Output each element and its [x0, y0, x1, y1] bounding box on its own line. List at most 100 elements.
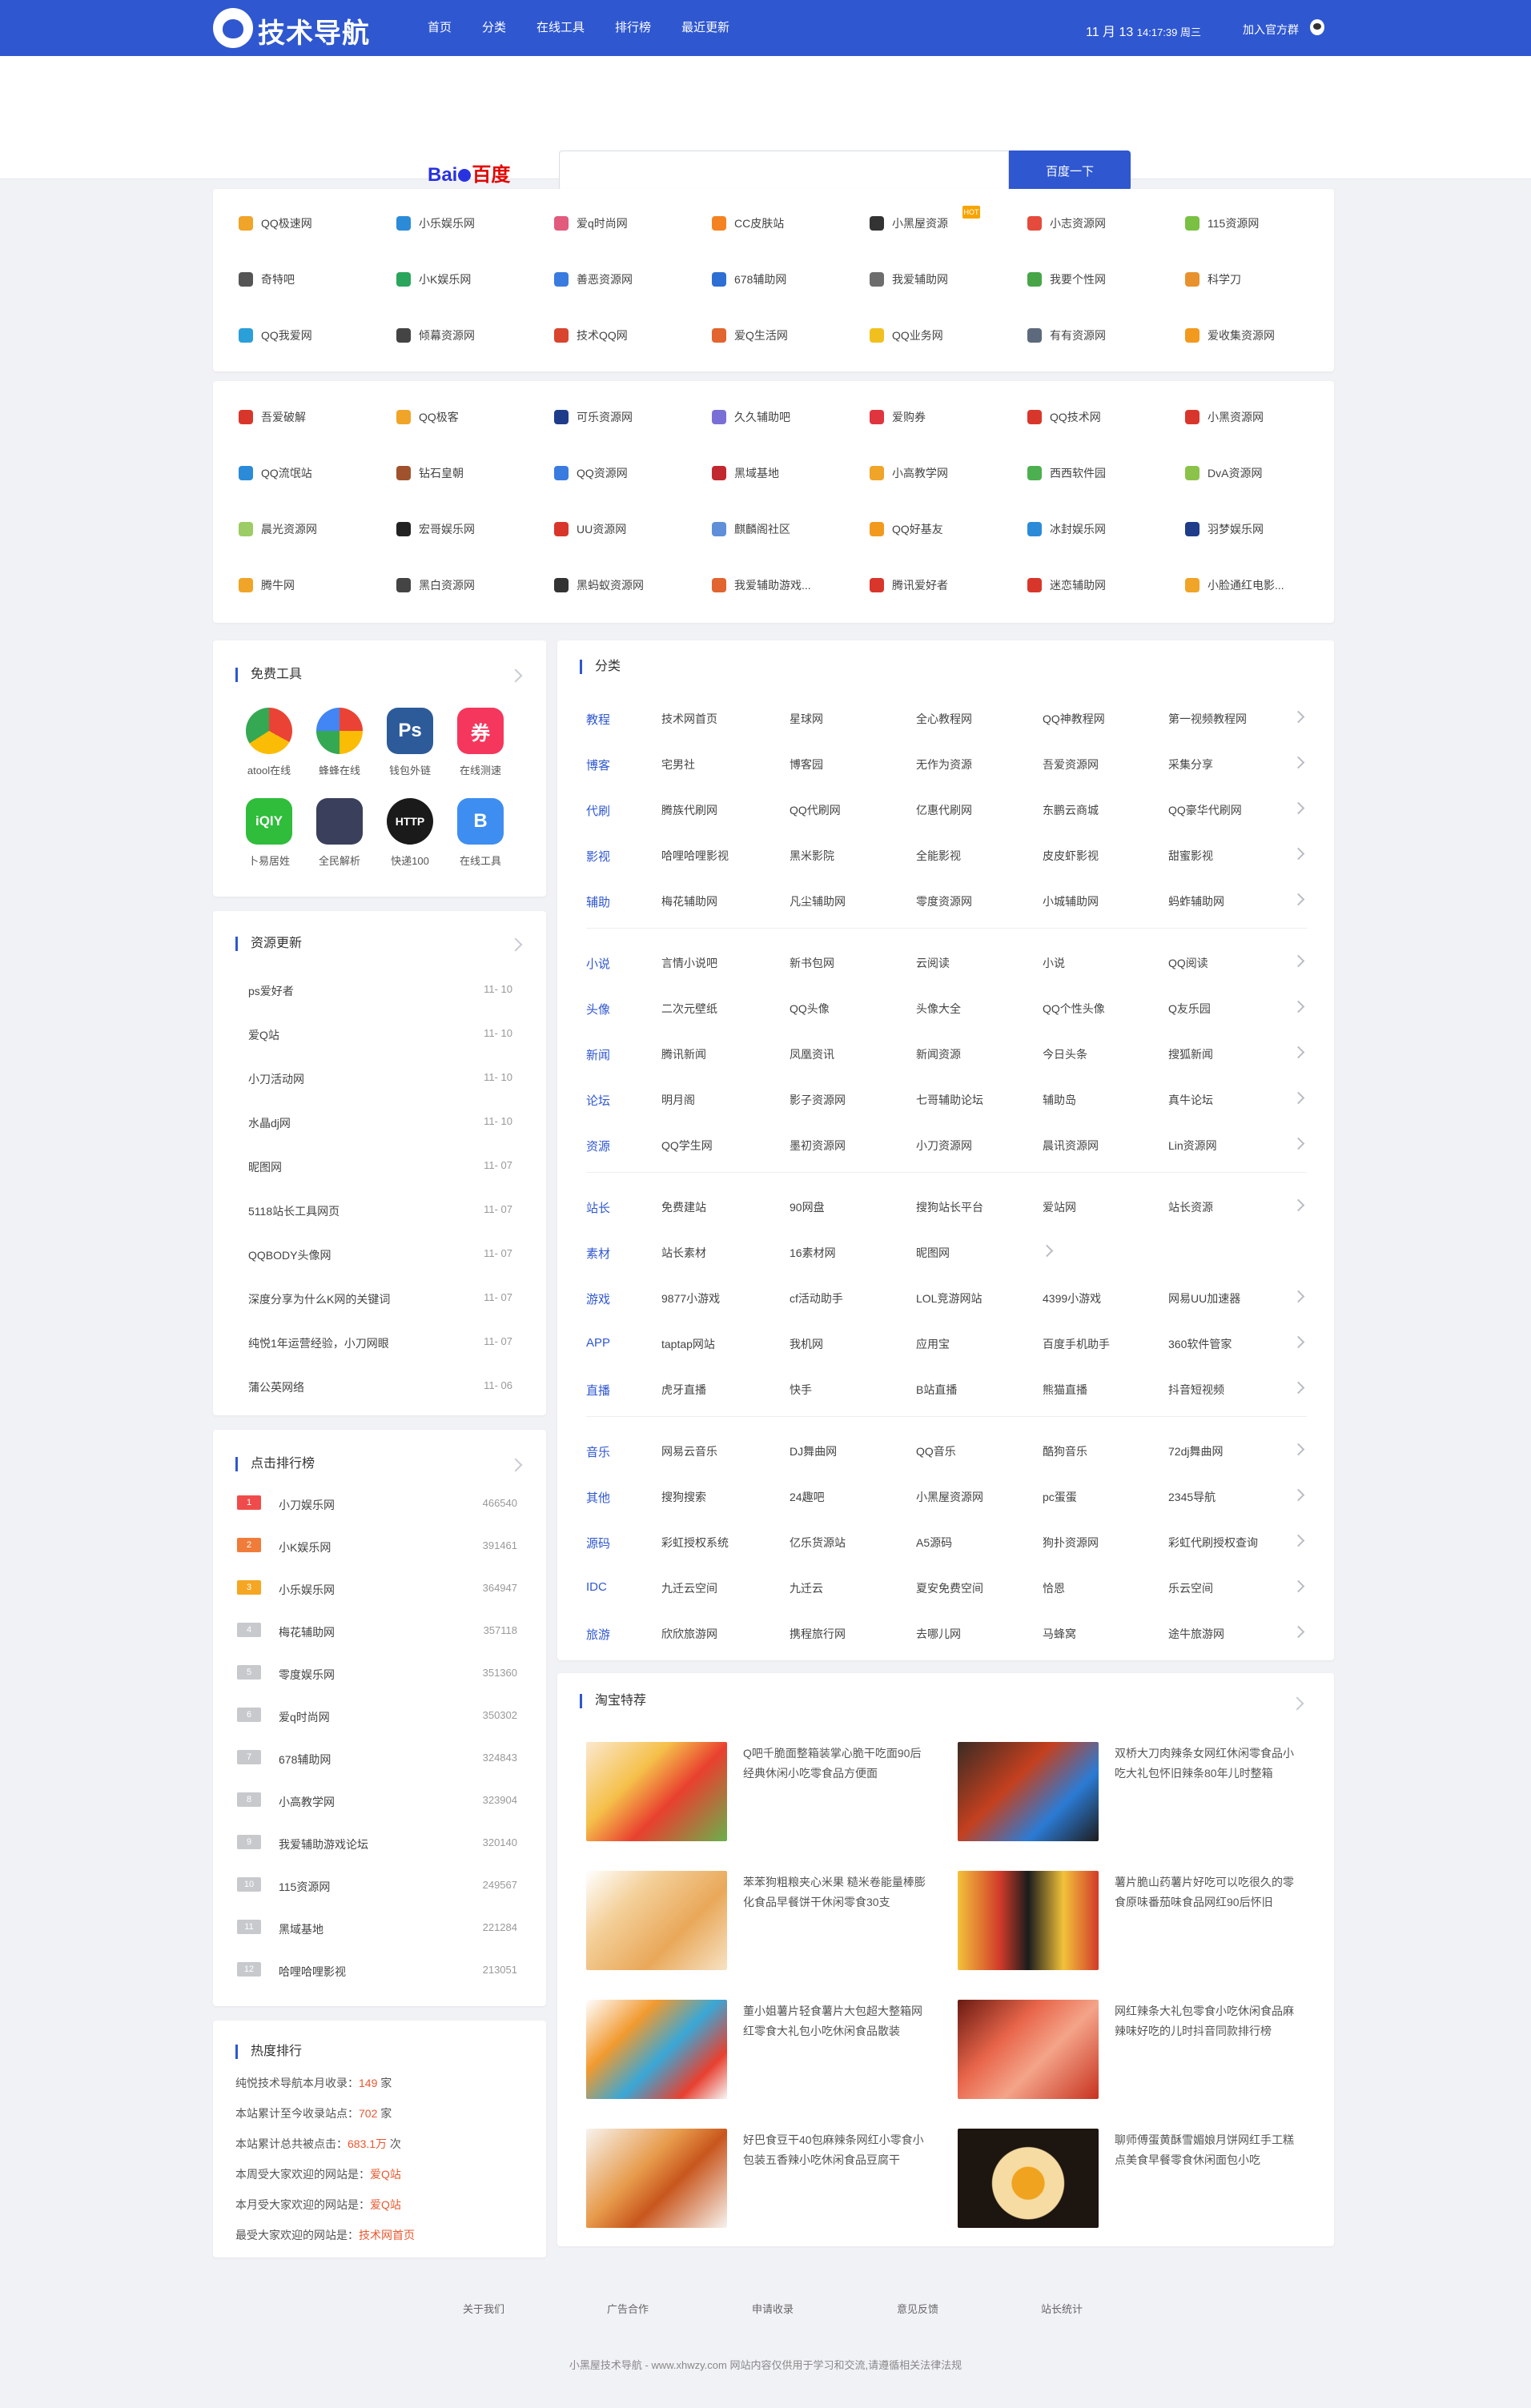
- product-title[interactable]: 好巴食豆干40包麻辣条网红小零食小包装五香辣小吃休闲食品豆腐干: [743, 2130, 932, 2170]
- product-image[interactable]: [958, 1742, 1099, 1841]
- category-link[interactable]: 七哥辅助论坛: [916, 1092, 983, 1108]
- site-link[interactable]: 黑蚂蚁资源网: [554, 557, 712, 613]
- category-link[interactable]: 墨初资源网: [790, 1138, 846, 1154]
- chevron-right-icon[interactable]: [1292, 1091, 1305, 1105]
- category-link[interactable]: 二次元壁纸: [661, 1001, 717, 1017]
- product-title[interactable]: 苯苯狗粗粮夹心米果 糙米卷能量棒膨化食品早餐饼干休闲零食30支: [743, 1872, 932, 1912]
- nav-category[interactable]: 分类: [482, 0, 506, 56]
- tool-app[interactable]: Ps 钱包外链: [375, 708, 445, 777]
- site-link[interactable]: QQ极速网: [239, 195, 396, 251]
- resource-item[interactable]: 昵图网 11- 07: [248, 1159, 512, 1203]
- category-label[interactable]: 其他: [586, 1489, 610, 1506]
- product-item[interactable]: 薯片脆山药薯片好吃可以吃很久的零食原味番茄味食品网红90后怀旧: [958, 1871, 1318, 1970]
- stat-value[interactable]: 702: [359, 2107, 377, 2120]
- site-link[interactable]: 倾幕资源网: [396, 307, 554, 363]
- site-link[interactable]: 115资源网: [1185, 195, 1343, 251]
- category-label[interactable]: 代刷: [586, 802, 610, 819]
- category-link[interactable]: Q友乐园: [1168, 1001, 1211, 1017]
- site-link[interactable]: 小黑资源网: [1185, 389, 1343, 445]
- site-link[interactable]: 我爱辅助网: [870, 251, 1027, 307]
- site-link[interactable]: QQ好基友: [870, 501, 1027, 557]
- category-label[interactable]: 论坛: [586, 1092, 610, 1109]
- category-link[interactable]: 新闻资源: [916, 1046, 961, 1062]
- ranking-item[interactable]: 6 爱q时尚网 350302: [237, 1708, 517, 1752]
- category-label[interactable]: 源码: [586, 1535, 610, 1551]
- category-link[interactable]: 酷狗音乐: [1043, 1443, 1087, 1459]
- category-link[interactable]: 携程旅行网: [790, 1626, 846, 1642]
- category-link[interactable]: 搜狐新闻: [1168, 1046, 1213, 1062]
- site-link[interactable]: DvA资源网: [1185, 445, 1343, 501]
- site-link[interactable]: 黑域基地: [712, 445, 870, 501]
- category-link[interactable]: 星球网: [790, 711, 823, 727]
- chevron-right-icon[interactable]: [1292, 893, 1305, 906]
- chevron-right-icon[interactable]: [1292, 1381, 1305, 1395]
- category-link[interactable]: 东鹏云商城: [1043, 802, 1099, 818]
- chevron-right-icon[interactable]: [1292, 1045, 1305, 1059]
- product-title[interactable]: 聊师傅蛋黄酥雪媚娘月饼网红手工糕点美食早餐零食休闲面包小吃: [1115, 2130, 1304, 2170]
- ranking-item[interactable]: 9 我爱辅助游戏论坛 320140: [237, 1835, 517, 1879]
- category-link[interactable]: 24趣吧: [790, 1489, 825, 1505]
- nav-ranking[interactable]: 排行榜: [615, 0, 651, 56]
- tool-app[interactable]: iQIY 卜易居姓: [234, 798, 304, 868]
- category-link[interactable]: 72dj舞曲网: [1168, 1443, 1223, 1459]
- tool-app[interactable]: 蜂蜂在线: [304, 708, 375, 777]
- category-link[interactable]: 采集分享: [1168, 757, 1213, 773]
- ranking-item[interactable]: 7 678辅助网 324843: [237, 1750, 517, 1794]
- search-button[interactable]: 百度一下: [1009, 150, 1131, 191]
- category-link[interactable]: 零度资源网: [916, 893, 972, 909]
- ranking-item[interactable]: 10 115资源网 249567: [237, 1877, 517, 1921]
- product-item[interactable]: 双桥大刀肉辣条女网红休闲零食品小吃大礼包怀旧辣条80年儿时整箱: [958, 1742, 1318, 1841]
- stat-value[interactable]: 爱Q站: [370, 2198, 401, 2211]
- ranking-item[interactable]: 1 小刀娱乐网 466540: [237, 1495, 517, 1539]
- category-link[interactable]: 全心教程网: [916, 711, 972, 727]
- category-label[interactable]: IDC: [586, 1580, 607, 1594]
- site-link[interactable]: 爱收集资源网: [1185, 307, 1343, 363]
- category-link[interactable]: B站直播: [916, 1382, 957, 1398]
- category-link[interactable]: 晨讯资源网: [1043, 1138, 1099, 1154]
- category-link[interactable]: 搜狗站长平台: [916, 1199, 983, 1215]
- product-item[interactable]: 苯苯狗粗粮夹心米果 糙米卷能量棒膨化食品早餐饼干休闲零食30支: [586, 1871, 946, 1970]
- product-item[interactable]: Q吧千脆面整箱装掌心脆干吃面90后经典休闲小吃零食品方便面: [586, 1742, 946, 1841]
- ranking-item[interactable]: 3 小乐娱乐网 364947: [237, 1580, 517, 1624]
- category-link[interactable]: 应用宝: [916, 1336, 950, 1352]
- ranking-item[interactable]: 2 小K娱乐网 391461: [237, 1538, 517, 1582]
- site-link[interactable]: 晨光资源网: [239, 501, 396, 557]
- product-title[interactable]: 薯片脆山药薯片好吃可以吃很久的零食原味番茄味食品网红90后怀旧: [1115, 1872, 1304, 1912]
- category-link[interactable]: 2345导航: [1168, 1489, 1216, 1505]
- site-link[interactable]: QQ技术网: [1027, 389, 1185, 445]
- ranking-item[interactable]: 8 小高教学网 323904: [237, 1792, 517, 1836]
- site-link[interactable]: QQ流氓站: [239, 445, 396, 501]
- chevron-right-icon[interactable]: [1292, 1290, 1305, 1303]
- footer-about[interactable]: 关于我们: [463, 2301, 504, 2316]
- category-label[interactable]: 素材: [586, 1245, 610, 1262]
- search-input[interactable]: [559, 150, 1009, 191]
- product-image[interactable]: [586, 2000, 727, 2099]
- category-label[interactable]: 新闻: [586, 1046, 610, 1063]
- category-link[interactable]: 夏安免费空间: [916, 1580, 983, 1596]
- chevron-right-icon[interactable]: [1040, 1244, 1054, 1258]
- resource-item[interactable]: 蒲公英网络 11- 06: [248, 1379, 512, 1423]
- category-link[interactable]: QQ代刷网: [790, 802, 841, 818]
- category-link[interactable]: 云阅读: [916, 955, 950, 971]
- site-link[interactable]: CC皮肤站: [712, 195, 870, 251]
- resource-item[interactable]: 5118站长工具网页 11- 07: [248, 1203, 512, 1247]
- category-link[interactable]: 亿乐货源站: [790, 1535, 846, 1551]
- category-link[interactable]: 无作为资源: [916, 757, 972, 773]
- product-title[interactable]: Q吧千脆面整箱装掌心脆干吃面90后经典休闲小吃零食品方便面: [743, 1744, 932, 1784]
- product-item[interactable]: 网红辣条大礼包零食小吃休闲食品麻辣味好吃的儿时抖音同款排行榜: [958, 2000, 1318, 2099]
- site-link[interactable]: 迷恋辅助网: [1027, 557, 1185, 613]
- site-link[interactable]: 爱q时尚网: [554, 195, 712, 251]
- chevron-right-icon[interactable]: [508, 1458, 523, 1472]
- site-link[interactable]: UU资源网: [554, 501, 712, 557]
- site-link[interactable]: QQ极客: [396, 389, 554, 445]
- category-link[interactable]: QQ音乐: [916, 1443, 956, 1459]
- site-link[interactable]: 小K娱乐网: [396, 251, 554, 307]
- stat-value[interactable]: 技术网首页: [359, 2229, 415, 2241]
- site-link[interactable]: 科学刀: [1185, 251, 1343, 307]
- chevron-right-icon[interactable]: [1292, 801, 1305, 815]
- logo-icon[interactable]: [213, 8, 253, 48]
- nav-recent[interactable]: 最近更新: [681, 0, 729, 56]
- site-link[interactable]: 技术QQ网: [554, 307, 712, 363]
- category-link[interactable]: 腾讯新闻: [661, 1046, 706, 1062]
- category-label[interactable]: 辅助: [586, 893, 610, 910]
